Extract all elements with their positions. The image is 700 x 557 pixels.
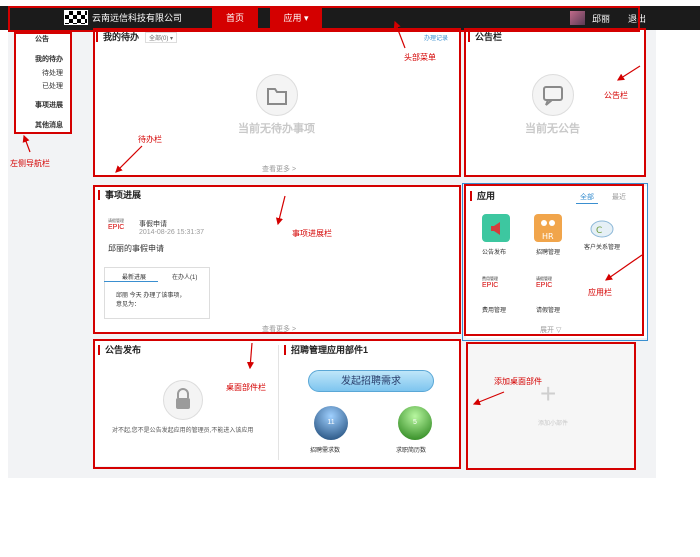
annotation-arrows: [22, 20, 643, 406]
arrow-apps: [605, 254, 643, 281]
arrow-todo: [115, 145, 143, 173]
arrow-progress: [275, 195, 286, 226]
arrow-widgets: [246, 342, 255, 370]
arrow-notice: [616, 65, 641, 81]
arrow-header: [393, 20, 406, 49]
arrow-leftnav: [22, 134, 31, 153]
arrow-add-widget: [472, 391, 505, 406]
